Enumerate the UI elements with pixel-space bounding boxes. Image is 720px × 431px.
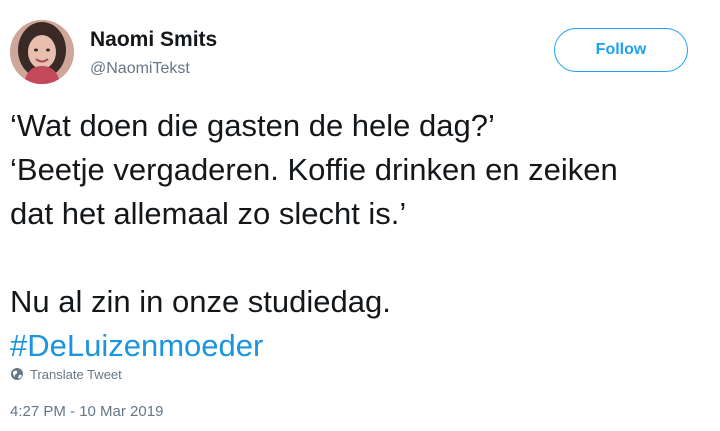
user-info: Naomi Smits @NaomiTekst bbox=[90, 28, 217, 80]
avatar[interactable] bbox=[10, 20, 74, 84]
user-handle[interactable]: @NaomiTekst bbox=[90, 58, 217, 80]
avatar-image bbox=[10, 20, 74, 84]
tweet-header: Naomi Smits @NaomiTekst Follow bbox=[10, 20, 710, 90]
translate-tweet-link[interactable]: Translate Tweet bbox=[10, 366, 122, 386]
tweet-line: dat het allemaal zo slecht is.’ bbox=[10, 196, 407, 231]
translate-label: Translate Tweet bbox=[30, 367, 122, 382]
tweet-card: Naomi Smits @NaomiTekst Follow ‘Wat doen… bbox=[0, 0, 720, 431]
follow-button[interactable]: Follow bbox=[554, 28, 688, 72]
tweet-line: ‘Beetje vergaderen. Koffie drinken en ze… bbox=[10, 152, 618, 187]
tweet-line: ‘Wat doen die gasten de hele dag?’ bbox=[10, 108, 495, 143]
display-name[interactable]: Naomi Smits bbox=[90, 28, 217, 52]
globe-icon bbox=[10, 367, 24, 386]
tweet-timestamp[interactable]: 4:27 PM - 10 Mar 2019 bbox=[10, 402, 163, 422]
tweet-line: Nu al zin in onze studiedag. bbox=[10, 284, 391, 319]
hashtag-link[interactable]: #DeLuizenmoeder bbox=[10, 324, 710, 368]
paragraph-break bbox=[10, 236, 710, 280]
tweet-text: ‘Wat doen die gasten de hele dag?’ ‘Beet… bbox=[10, 104, 710, 368]
